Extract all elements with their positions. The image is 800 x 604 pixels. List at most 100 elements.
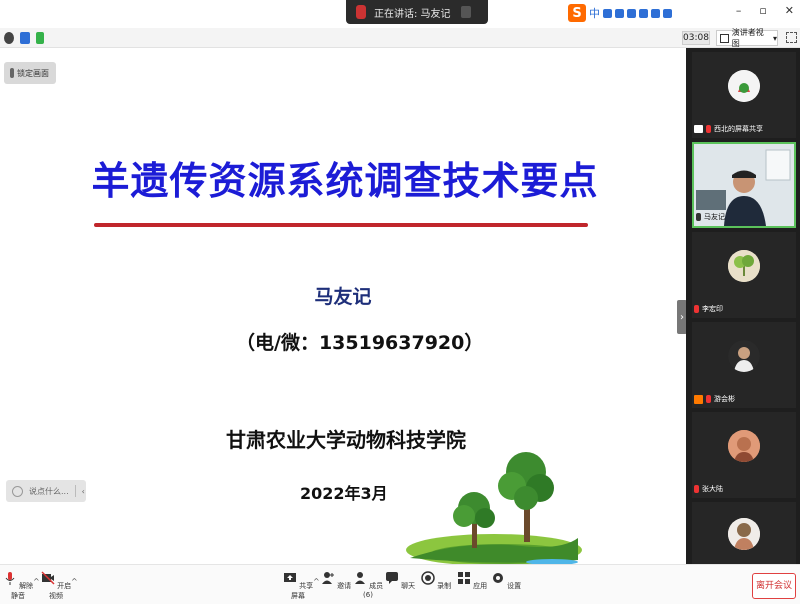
mic-muted-icon <box>706 125 711 133</box>
chat-icon <box>385 572 398 584</box>
punctuation-icon[interactable] <box>603 8 612 18</box>
fullscreen-icon[interactable] <box>786 32 797 43</box>
chevron-up-icon[interactable]: ^ <box>33 577 40 586</box>
info-icon[interactable] <box>4 32 14 44</box>
meeting-info-bar: 03:08 演讲者视图 ▾ <box>0 28 800 48</box>
chat-placeholder: 说点什么... <box>29 486 69 496</box>
bottom-toolbar: 解除静音 ^ 开启视频 ^ 共享屏幕 ^ 邀请 成员(6) 聊天 录制 应用 设… <box>0 564 800 604</box>
meeting-timer: 03:08 <box>682 31 710 45</box>
toolbox-icon[interactable] <box>651 8 660 18</box>
participant-tile[interactable]: 李宏印 <box>692 232 796 318</box>
slide-author: 马友记 <box>314 286 372 308</box>
participant-namebar: 张大陆 <box>694 484 723 494</box>
unmute-button[interactable]: 解除静音 <box>2 571 34 601</box>
mic-muted-icon <box>706 395 711 403</box>
people-icon <box>354 572 365 584</box>
camera-off-icon <box>41 571 55 585</box>
avatar <box>728 340 760 372</box>
grid-icon[interactable] <box>663 8 672 18</box>
mic-muted-icon <box>694 305 699 313</box>
participant-name: 李宏印 <box>702 305 723 313</box>
slide-title: 羊遗传资源系统调查技术要点 <box>91 158 599 203</box>
host-badge-icon <box>694 394 703 404</box>
keyboard-icon[interactable] <box>627 8 636 18</box>
screen-share-icon <box>694 125 703 133</box>
participant-namebar: 李宏印 <box>694 304 723 314</box>
skin-icon[interactable] <box>639 8 648 18</box>
ime-mode-label[interactable]: 中 <box>589 5 600 21</box>
record-icon <box>421 571 435 585</box>
divider <box>74 485 76 497</box>
view-switch-button[interactable]: 演讲者视图 ▾ <box>716 28 778 48</box>
apps-button[interactable]: 应用 <box>456 571 488 591</box>
settings-button[interactable]: 设置 <box>490 571 522 591</box>
participant-tile[interactable] <box>692 502 796 564</box>
pin-icon <box>10 68 14 78</box>
close-icon[interactable]: ✕ <box>785 4 794 17</box>
participant-tile[interactable]: 张大陆 <box>692 412 796 498</box>
mic-icon <box>356 5 366 19</box>
participant-tile[interactable]: 游会彬 <box>692 322 796 408</box>
mic-icon <box>696 213 701 221</box>
participant-namebar: 马友记 <box>696 212 725 222</box>
restore-icon[interactable]: ▫ <box>759 4 766 17</box>
chat-label: 聊天 <box>401 582 416 590</box>
record-label: 录制 <box>437 582 452 590</box>
participant-tile-active-speaker[interactable]: 马友记 <box>692 142 796 228</box>
lock-label: 锁定画面 <box>17 68 49 78</box>
members-button[interactable]: 成员(6) <box>352 571 384 599</box>
view-grid-icon <box>720 33 729 43</box>
speaking-text: 正在讲话: 马友记 <box>374 8 451 20</box>
mic-muted-icon <box>694 485 699 493</box>
trees-on-hill-illustration <box>406 452 582 566</box>
lock-screen-button[interactable]: 锁定画面 <box>4 62 56 84</box>
speaking-indicator: 正在讲话: 马友记 <box>346 0 488 24</box>
add-user-icon <box>321 572 334 584</box>
avatar <box>728 70 760 102</box>
record-button[interactable]: 录制 <box>420 571 452 591</box>
shield-icon[interactable] <box>20 32 30 44</box>
minimize-icon[interactable]: – <box>736 4 742 17</box>
avatar <box>728 430 760 462</box>
input-method-toolbar[interactable]: S 中 <box>568 2 704 24</box>
participant-namebar: 游会彬 <box>694 394 735 404</box>
apps-label: 应用 <box>473 582 488 590</box>
participant-name: 张大陆 <box>702 485 723 493</box>
chat-button[interactable]: 聊天 <box>384 571 416 591</box>
chat-input-bubble[interactable]: 说点什么... ‹ <box>6 480 86 502</box>
mic-muted-icon <box>5 572 15 585</box>
start-video-button[interactable]: 开启视频 <box>40 571 72 601</box>
chevron-up-icon[interactable]: ^ <box>313 577 320 586</box>
voice-icon[interactable] <box>615 8 624 18</box>
share-screen-button[interactable]: 共享屏幕 <box>282 571 314 601</box>
participant-namebar: 西北的屏幕共享 <box>694 124 763 134</box>
title-underline <box>94 223 588 227</box>
participants-panel: 西北的屏幕共享 马友记 李宏印 游会彬 张大陆 <box>686 48 800 564</box>
system-top-strip: 正在讲话: 马友记 S 中 – ▫ ✕ <box>0 0 800 28</box>
chevron-down-icon: ▾ <box>772 33 777 43</box>
window-controls: – ▫ ✕ <box>736 4 794 17</box>
shared-slide: 锁定画面 羊遗传资源系统调查技术要点 马友记 （电/微：13519637920）… <box>0 48 686 566</box>
participant-name: 游会彬 <box>714 395 735 403</box>
signal-icon[interactable] <box>36 32 44 44</box>
apps-icon <box>457 572 470 584</box>
sogou-ime-icon[interactable]: S <box>568 4 586 22</box>
invite-button[interactable]: 邀请 <box>320 571 352 591</box>
meeting-window: 正在讲话: 马友记 S 中 – ▫ ✕ 03:08 演讲者视图 ▾ 锁定画面 羊… <box>0 0 800 604</box>
avatar <box>728 518 760 550</box>
members-label: 成员(6) <box>363 582 384 599</box>
gear-icon <box>492 573 503 583</box>
leave-meeting-button[interactable]: 离开会议 <box>752 573 796 599</box>
chip-icon <box>460 6 471 18</box>
settings-label: 设置 <box>507 582 522 590</box>
share-screen-icon <box>283 573 296 582</box>
participant-tile[interactable]: 西北的屏幕共享 <box>692 52 796 138</box>
slide-date: 2022年3月 <box>300 484 388 503</box>
view-label: 演讲者视图 <box>731 28 764 48</box>
avatar <box>728 250 760 282</box>
chevron-left-icon[interactable]: ‹ <box>82 487 85 496</box>
slide-contact: （电/微：13519637920） <box>236 332 484 354</box>
participant-name: 西北的屏幕共享 <box>714 125 763 133</box>
chevron-up-icon[interactable]: ^ <box>71 577 78 586</box>
invite-label: 邀请 <box>337 582 352 590</box>
